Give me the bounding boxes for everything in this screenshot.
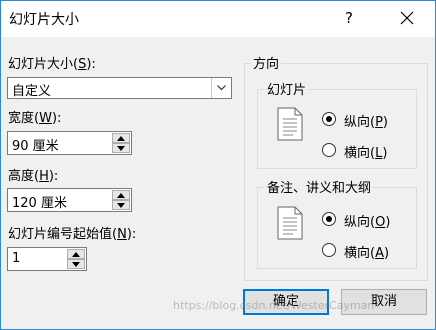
height-label: 高度(H): bbox=[8, 169, 59, 184]
notes-landscape-radio[interactable] bbox=[322, 243, 336, 257]
caret-up-icon bbox=[117, 136, 125, 141]
close-icon bbox=[400, 11, 414, 25]
numbering-decrement-button[interactable] bbox=[67, 259, 85, 269]
caret-up-icon bbox=[72, 252, 80, 257]
width-value[interactable]: 90 厘米 bbox=[12, 135, 59, 154]
notes-landscape-label[interactable]: 横向(A) bbox=[344, 242, 389, 261]
caret-down-icon bbox=[117, 203, 125, 208]
watermark-text: https://blog.csdn.net/WesterCayman bbox=[173, 299, 375, 312]
close-button[interactable] bbox=[391, 3, 423, 33]
slide-size-dropdown[interactable]: 自定义 bbox=[7, 77, 232, 99]
width-label: 宽度(W): bbox=[8, 111, 62, 126]
dialog-title: 幻灯片大小 bbox=[9, 12, 79, 28]
slides-portrait-radio[interactable] bbox=[322, 112, 336, 126]
slide-size-value: 自定义 bbox=[12, 84, 52, 99]
width-increment-button[interactable] bbox=[112, 133, 130, 143]
chevron-down-icon bbox=[217, 85, 226, 91]
slides-portrait-label[interactable]: 纵向(P) bbox=[344, 111, 388, 130]
height-value[interactable]: 120 厘米 bbox=[12, 192, 67, 211]
dropdown-button[interactable] bbox=[211, 78, 231, 98]
slide-number-start-label: 幻灯片编号起始值(N): bbox=[8, 227, 137, 242]
caret-down-icon bbox=[72, 262, 80, 267]
title-bar: 幻灯片大小 ? bbox=[1, 1, 435, 37]
height-spin-buttons bbox=[112, 190, 130, 210]
height-increment-button[interactable] bbox=[112, 190, 130, 200]
width-stepper[interactable]: 90 厘米 bbox=[7, 131, 132, 155]
portrait-page-icon bbox=[277, 107, 303, 141]
slide-number-start-stepper[interactable]: 1 bbox=[7, 247, 87, 271]
width-spin-buttons bbox=[112, 133, 130, 153]
slides-orientation-title: 幻灯片 bbox=[265, 79, 309, 98]
notes-orientation-title: 备注、讲义和大纲 bbox=[265, 177, 374, 196]
slides-landscape-label[interactable]: 横向(L) bbox=[344, 142, 387, 161]
numbering-increment-button[interactable] bbox=[67, 249, 85, 259]
slide-number-start-value[interactable]: 1 bbox=[12, 251, 20, 266]
caret-up-icon bbox=[117, 193, 125, 198]
notes-portrait-radio[interactable] bbox=[322, 212, 336, 226]
caret-down-icon bbox=[117, 146, 125, 151]
height-decrement-button[interactable] bbox=[112, 200, 130, 210]
slide-size-dialog: 幻灯片大小 ? 幻灯片大小(S): 自定义 宽度(W): 90 厘米 高度(H)… bbox=[0, 0, 436, 330]
slides-landscape-radio[interactable] bbox=[322, 143, 336, 157]
width-decrement-button[interactable] bbox=[112, 143, 130, 153]
height-stepper[interactable]: 120 厘米 bbox=[7, 188, 132, 212]
portrait-page-icon bbox=[277, 206, 303, 240]
notes-portrait-label[interactable]: 纵向(O) bbox=[344, 211, 390, 230]
slide-size-label: 幻灯片大小(S): bbox=[8, 57, 96, 72]
orientation-title: 方向 bbox=[251, 53, 282, 72]
numbering-spin-buttons bbox=[67, 249, 85, 269]
help-button[interactable]: ? bbox=[337, 6, 361, 30]
